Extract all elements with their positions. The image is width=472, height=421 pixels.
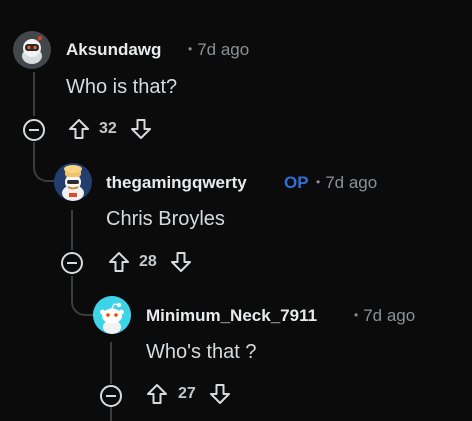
thread-line-3[interactable] [110,342,112,384]
user-avatar[interactable] [13,31,51,69]
collapse-thread-button[interactable] [100,385,122,407]
downvote-arrow-icon[interactable] [170,251,192,273]
upvote-arrow-icon[interactable] [108,251,130,273]
username[interactable]: thegamingqwerty [106,173,247,193]
comment-meta: • 7d ago [346,306,415,326]
comment-body: Chris Broyles [106,208,225,230]
comment-meta: • 7d ago [308,173,377,193]
vote-score: 27 [178,385,196,402]
user-avatar[interactable] [93,296,131,334]
comment-meta: • 7d ago [180,40,249,60]
timestamp: 7d ago [363,306,416,325]
snoo-default-avatar-icon [93,296,131,334]
upvote-arrow-icon[interactable] [68,118,90,140]
comment-body: Who's that ? [146,341,257,363]
downvote-arrow-icon[interactable] [209,383,231,405]
thread-line-continue[interactable] [110,406,112,421]
separator-dot: • [354,308,359,322]
comment-body: Who is that? [66,76,178,98]
snoo-astronaut-avatar-icon [13,31,51,69]
username[interactable]: Aksundawg [66,40,161,60]
timestamp: 7d ago [197,40,250,59]
comment-thread: Aksundawg • 7d ago Who is that? 32 thegam… [0,0,472,421]
collapse-thread-button[interactable] [23,119,45,141]
downvote-arrow-icon[interactable] [130,118,152,140]
separator-dot: • [316,175,321,189]
upvote-arrow-icon[interactable] [146,383,168,405]
thread-line-1[interactable] [33,72,35,116]
separator-dot: • [188,42,193,56]
username[interactable]: Minimum_Neck_7911 [146,306,317,326]
op-badge: OP [284,173,309,192]
thread-line-2[interactable] [71,210,73,250]
timestamp: 7d ago [325,173,378,192]
collapse-thread-button[interactable] [61,252,83,274]
thread-elbow-1[interactable] [33,142,57,182]
vote-score: 32 [99,120,117,137]
snoo-chef-avatar-icon [54,163,92,201]
user-avatar[interactable] [54,163,92,201]
vote-score: 28 [139,253,157,270]
thread-elbow-2[interactable] [71,276,95,316]
